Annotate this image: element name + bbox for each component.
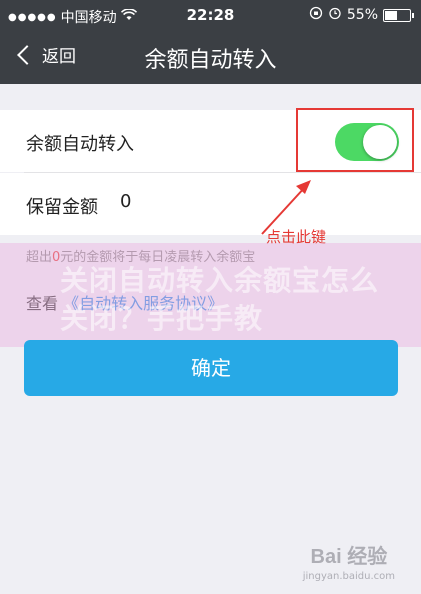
confirm-button[interactable]: 确定 [24,340,398,396]
baidu-watermark: Bai 经验 jingyan.baidu.com [303,540,395,582]
baidu-logo: Bai 经验 [310,546,388,568]
baidu-url: jingyan.baidu.com [302,571,395,582]
watermark-overlay-text: 关闭自动转入余额宝怎么关闭？手把手教 [60,264,380,335]
